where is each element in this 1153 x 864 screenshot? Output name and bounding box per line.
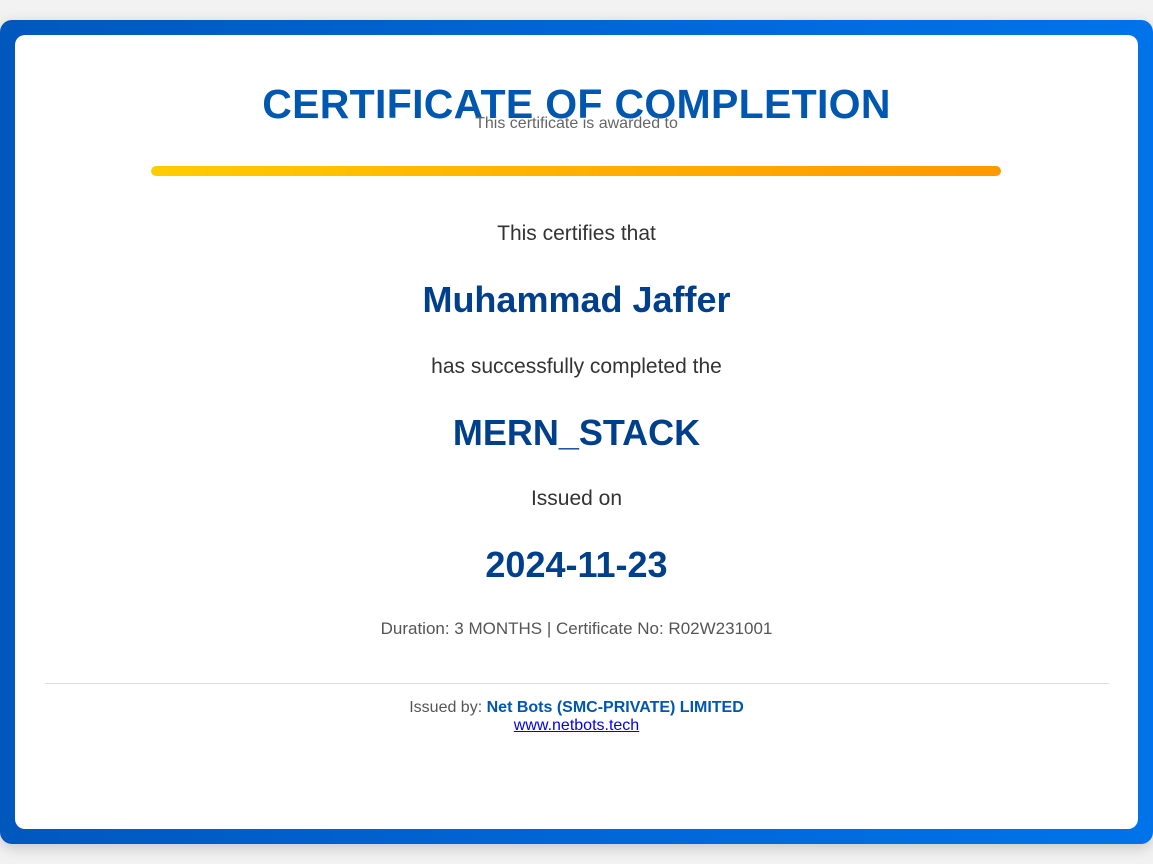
certificate-details: Duration: 3 MONTHS | Certificate No: R02…: [380, 619, 773, 638]
certificate-card: CERTIFICATE OF COMPLETION This certifica…: [15, 35, 1138, 829]
issued-on-label: Issued on: [530, 487, 623, 510]
recipient-name: Muhammad Jaffer: [422, 279, 731, 320]
website-line: www.netbots.tech: [15, 717, 1138, 735]
website-link[interactable]: www.netbots.tech: [514, 717, 639, 734]
certifies-text: This certifies that: [497, 222, 656, 245]
issued-by-label: Issued by:: [409, 699, 483, 716]
completed-text: has successfully completed the: [431, 355, 722, 378]
accent-bar: [151, 166, 1001, 176]
certificate-subtitle: This certificate is awarded to: [475, 115, 678, 132]
issuer-name: Net Bots (SMC-PRIVATE) LIMITED: [486, 699, 744, 716]
certificate-frame: CERTIFICATE OF COMPLETION This certifica…: [0, 20, 1153, 844]
issue-date: 2024-11-23: [485, 544, 668, 585]
course-name: MERN_STACK: [452, 412, 701, 453]
issuer-line: Issued by: Net Bots (SMC-PRIVATE) LIMITE…: [15, 699, 1138, 717]
footer-divider: [45, 683, 1109, 684]
